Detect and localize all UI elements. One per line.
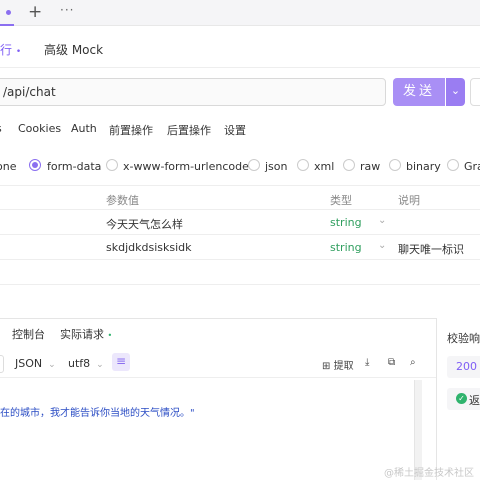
chevron-down-icon: ⌄	[96, 360, 104, 370]
body-type-form-data[interactable]: form-data	[47, 160, 101, 173]
url-value: /api/chat	[3, 85, 56, 99]
tab-params[interactable]: s	[0, 122, 2, 135]
column-header-type: 类型	[330, 194, 352, 207]
radio-raw[interactable]	[343, 159, 355, 171]
param-value-input[interactable]: skdjdkdsisksidk	[106, 241, 192, 254]
tab-cookies[interactable]: Cookies	[18, 122, 61, 135]
save-button[interactable]	[470, 78, 480, 106]
radio-json[interactable]	[248, 159, 260, 171]
response-toolbar: JSON ⌄ utf8 ⌄	[0, 350, 436, 378]
wrap-lines-button[interactable]: ≡	[112, 353, 130, 371]
response-side-divider	[436, 318, 437, 480]
param-type-select[interactable]: string	[330, 241, 362, 254]
tab-bar: + ···	[0, 0, 480, 26]
body-type-raw[interactable]: raw	[360, 160, 380, 173]
body-type-binary[interactable]: binary	[406, 160, 441, 173]
format-toggle[interactable]	[0, 355, 4, 373]
radio-urlencoded[interactable]	[106, 159, 118, 171]
format-select[interactable]: JSON ⌄	[15, 357, 56, 370]
check-circle-icon: ✓	[456, 393, 467, 404]
table-row: 今天天气怎么样 string ⌄	[0, 210, 480, 235]
wrap-icon: ≡	[115, 354, 127, 368]
chevron-down-icon[interactable]: ⌄	[378, 215, 386, 226]
chevron-down-icon: ⌄	[450, 84, 461, 97]
validation-result-label: 返回	[469, 394, 480, 407]
param-value-input[interactable]: 今天天气怎么样	[106, 216, 183, 232]
param-type-select[interactable]: string	[330, 216, 362, 229]
response-body: 在的城市，我才能告诉你当地的天气情况。"	[0, 408, 195, 419]
validate-response-label: 校验响应	[447, 332, 480, 345]
body-type-json[interactable]: json	[265, 160, 288, 173]
tab-actual-request[interactable]: 实际请求 •	[60, 326, 112, 342]
tab-console[interactable]: 控制台	[12, 326, 45, 342]
radio-graphql[interactable]	[447, 159, 459, 171]
tab-pre-operations[interactable]: 前置操作	[109, 122, 153, 138]
more-tabs-button[interactable]: ···	[60, 3, 74, 17]
tab-settings[interactable]: 设置	[224, 122, 246, 138]
body-type-urlencoded[interactable]: x-www-form-urlencoded	[123, 160, 256, 173]
tab-auth[interactable]: Auth	[71, 122, 97, 135]
unsaved-dot: •	[15, 47, 22, 57]
tab-post-operations[interactable]: 后置操作	[167, 122, 211, 138]
tab-advanced-mock[interactable]: 高级 Mock	[44, 41, 103, 58]
table-row: skdjdkdsisksidk string ⌄ 聊天唯一标识	[0, 235, 480, 260]
body-type-xml[interactable]: xml	[314, 160, 334, 173]
search-icon[interactable]: ⌕	[410, 357, 416, 368]
encoding-select-value: utf8	[68, 357, 91, 370]
table-row-empty[interactable]	[0, 260, 480, 285]
validation-result[interactable]: ✓ 返回	[447, 388, 480, 410]
active-tab-dot	[6, 10, 11, 15]
tab-run-label: 行	[0, 43, 13, 57]
extract-icon: ⊞	[322, 361, 331, 372]
column-header-desc: 说明	[398, 194, 420, 207]
chevron-down-icon[interactable]: ⌄	[378, 240, 386, 251]
param-desc-input[interactable]: 聊天唯一标识	[398, 241, 464, 257]
sub-tab-bar: 行 • 高级 Mock	[0, 30, 480, 68]
response-divider	[0, 318, 436, 319]
send-dropdown-button[interactable]: ⌄	[446, 78, 465, 106]
url-input[interactable]: /api/chat	[0, 78, 386, 106]
chevron-down-icon: ⌄	[48, 360, 56, 370]
table-header: 参数值 类型 说明	[0, 185, 480, 210]
tab-run[interactable]: 行 •	[0, 41, 21, 58]
radio-form-data[interactable]	[29, 159, 41, 171]
send-button[interactable]: 发送	[393, 78, 445, 106]
extract-button[interactable]: ⊞ 提取	[322, 357, 354, 372]
format-select-value: JSON	[15, 357, 43, 370]
extract-label: 提取	[333, 361, 354, 372]
download-icon[interactable]: ⤓	[365, 357, 369, 368]
column-header-value: 参数值	[106, 194, 139, 207]
active-tab-indicator	[0, 24, 14, 26]
status-dot: •	[107, 331, 113, 340]
watermark: @稀土掘金技术社区	[384, 468, 474, 479]
body-type-none[interactable]: one	[0, 160, 16, 173]
body-type-graphql[interactable]: Gra	[464, 160, 480, 173]
radio-xml[interactable]	[297, 159, 309, 171]
tab-actual-request-label: 实际请求	[60, 328, 104, 341]
copy-icon[interactable]: ⧉	[388, 357, 395, 368]
add-tab-button[interactable]: +	[28, 2, 42, 22]
encoding-select[interactable]: utf8 ⌄	[68, 357, 104, 370]
body-type-selector: one form-data x-www-form-urlencoded json…	[0, 152, 480, 180]
status-code-select[interactable]: 200	[447, 356, 480, 378]
radio-binary[interactable]	[389, 159, 401, 171]
